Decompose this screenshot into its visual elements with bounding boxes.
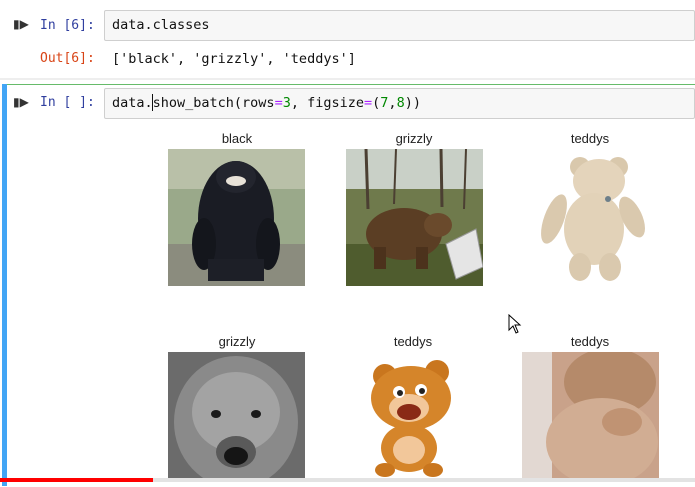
input-prompt: In [ ]: <box>40 95 95 110</box>
code-comma: , <box>388 95 397 111</box>
image-label: teddys <box>393 334 433 349</box>
mouse-pointer-icon <box>508 314 522 334</box>
black-bear-photo <box>168 149 305 286</box>
image-label: teddys <box>570 131 610 146</box>
grizzly-face-bw-photo <box>168 352 305 478</box>
code-function: show_batch(rows <box>152 95 275 111</box>
code-number: 8 <box>396 95 405 111</box>
image-label: grizzly <box>218 334 256 349</box>
output-text: ['black', 'grizzly', 'teddys'] <box>112 51 356 67</box>
image-label: grizzly <box>395 131 433 146</box>
cell-divider <box>0 78 695 80</box>
code-operator: = <box>364 95 373 111</box>
plush-teddy-closeup-photo <box>522 352 659 478</box>
code-text: data.classes <box>112 17 210 33</box>
input-prompt: In [6]: <box>40 18 95 33</box>
code-arg: , figsize <box>290 95 364 111</box>
notebook-cell-classes[interactable]: ▮▶ In [6]: data.classes Out[6]: ['black'… <box>0 0 695 78</box>
step-run-icon[interactable]: ▮▶ <box>13 95 29 109</box>
code-number: 3 <box>282 95 291 111</box>
step-run-icon[interactable]: ▮▶ <box>13 17 29 31</box>
code-paren: )) <box>404 95 421 111</box>
code-input[interactable]: data.classes <box>104 10 695 41</box>
grizzly-bear-photo <box>346 149 483 286</box>
code-input[interactable]: data.show_batch(rows=3, figsize=(7,8)) <box>104 88 695 119</box>
cartoon-teddy-bear <box>345 352 482 478</box>
video-progress-fill[interactable] <box>0 478 153 482</box>
output-prompt: Out[6]: <box>40 51 95 66</box>
text-cursor <box>152 94 160 111</box>
code-operator: = <box>274 95 283 111</box>
code-object: data. <box>112 95 153 111</box>
image-label: black <box>221 131 253 146</box>
teddy-bear-photo <box>522 149 659 286</box>
image-label: teddys <box>570 334 610 349</box>
